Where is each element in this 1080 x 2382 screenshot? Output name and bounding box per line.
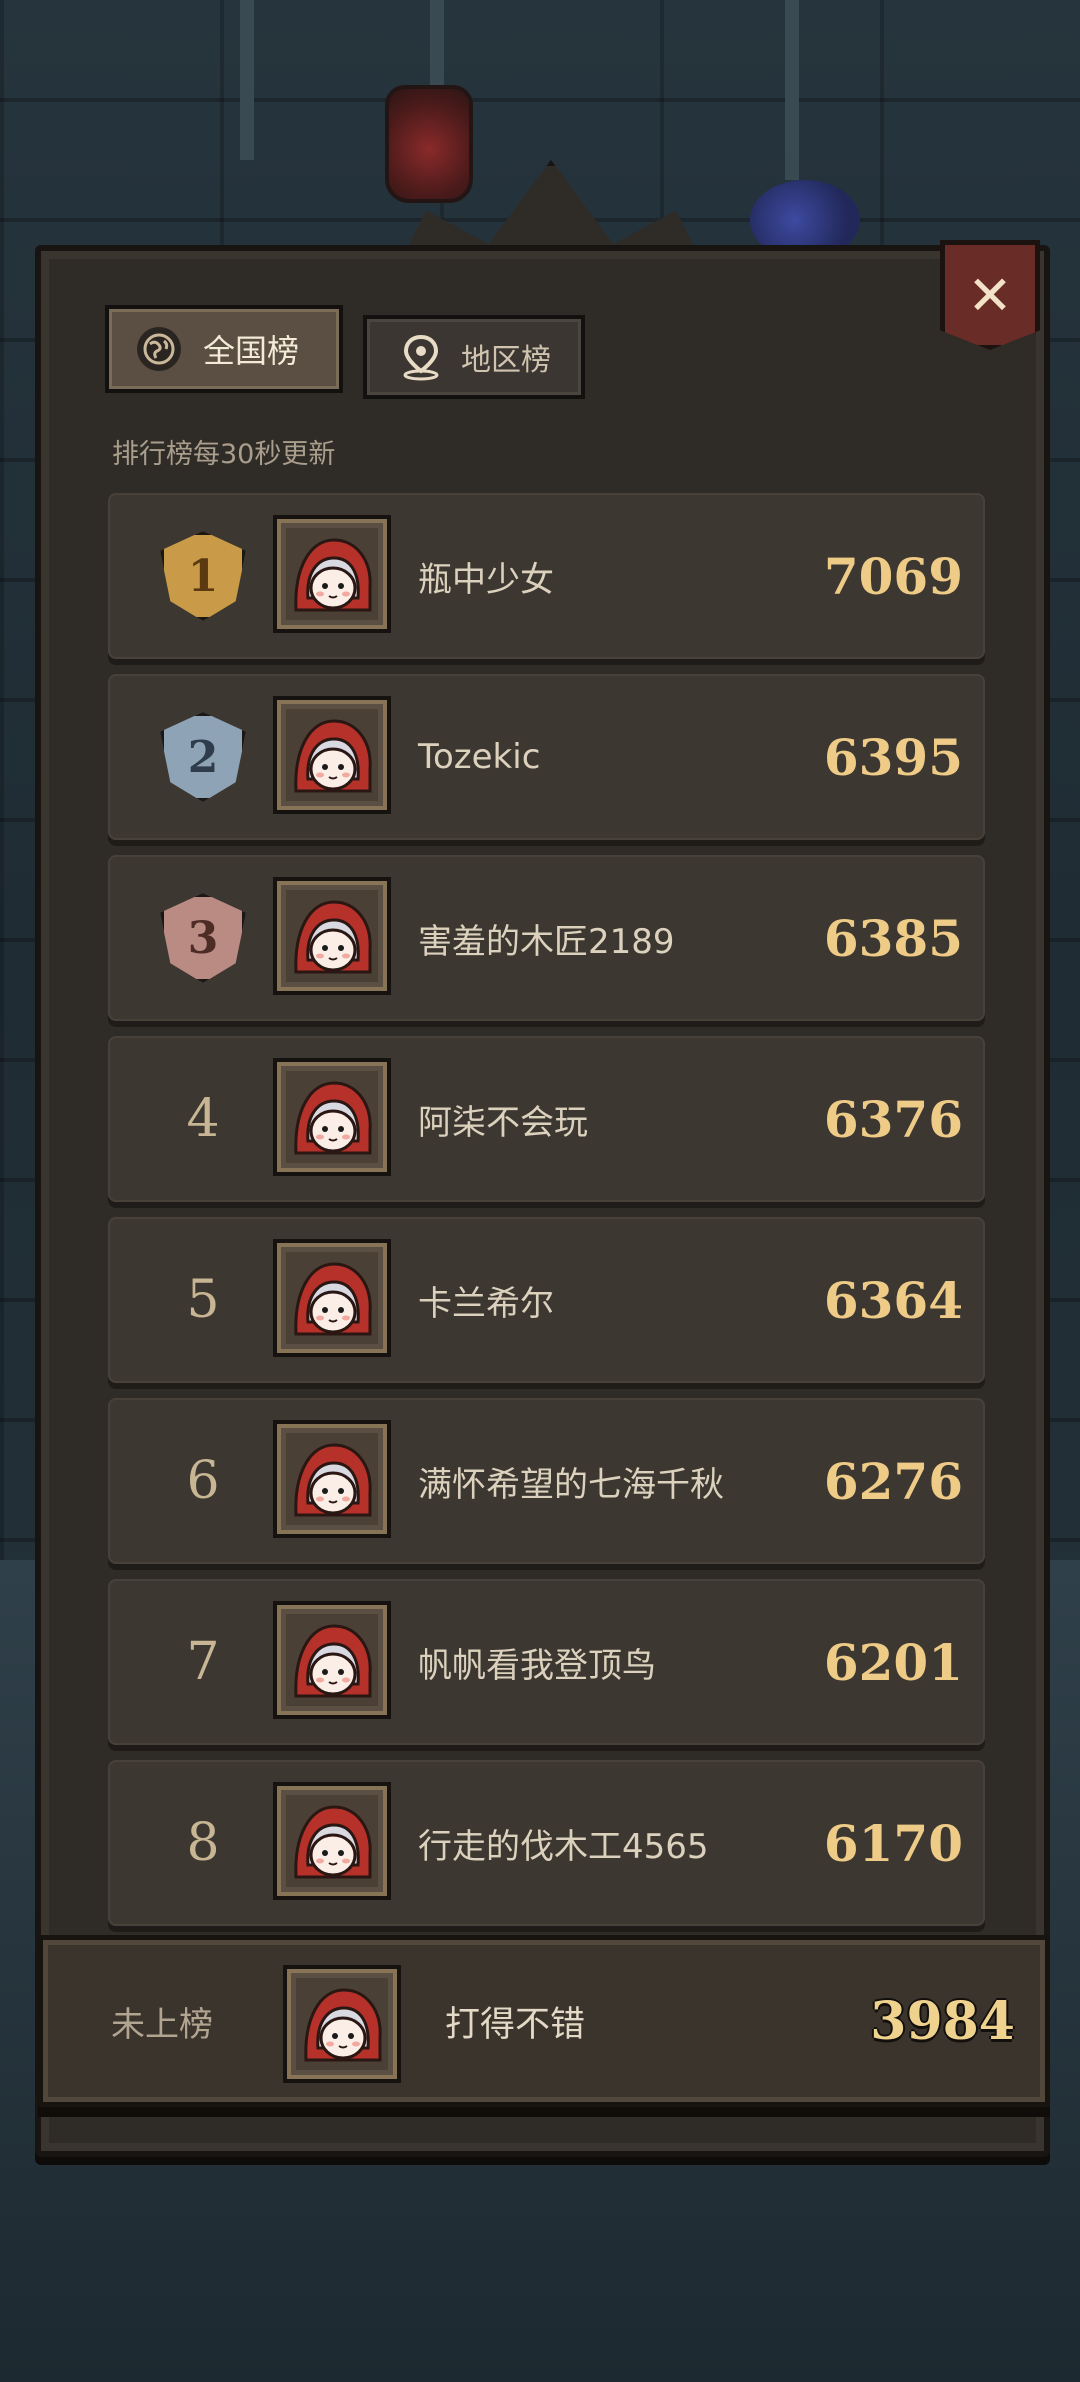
self-rank-status: 未上榜 [111, 2004, 213, 2045]
silver-medal-icon: 2 [160, 712, 246, 802]
player-score: 7069 [823, 546, 963, 606]
rope-right [785, 0, 799, 180]
player-avatar-icon [286, 890, 378, 982]
rank-cell: 3 [148, 855, 258, 1021]
gold-medal-icon: 1 [160, 531, 246, 621]
rank-cell: 5 [148, 1217, 258, 1383]
leaderboard-row[interactable]: 8 行走的伐木工4565 6170 [108, 1760, 985, 1926]
rank-number: 5 [186, 1270, 220, 1330]
player-score: 6364 [823, 1270, 963, 1330]
player-avatar-icon [286, 528, 378, 620]
tab-national[interactable]: 全国榜 [105, 305, 343, 393]
player-avatar[interactable] [273, 1420, 391, 1538]
player-name: 瓶中少女 [418, 559, 554, 600]
player-avatar[interactable] [273, 1058, 391, 1176]
player-avatar[interactable] [273, 515, 391, 633]
player-name: 阿柒不会玩 [418, 1102, 588, 1143]
leaderboard-row[interactable]: 5 卡兰希尔 6364 [108, 1217, 985, 1383]
rank-cell: 4 [148, 1036, 258, 1202]
leaderboard-row[interactable]: 4 阿柒不会玩 6376 [108, 1036, 985, 1202]
close-button[interactable]: ✕ [940, 240, 1040, 350]
update-note: 排行榜每30秒更新 [112, 439, 336, 470]
tab-national-label: 全国榜 [203, 332, 300, 370]
rank-cell: 7 [148, 1579, 258, 1745]
rope-center [430, 0, 444, 90]
rank-cell: 2 [148, 674, 258, 840]
rank-number: 1 [187, 550, 219, 602]
player-name: 卡兰希尔 [418, 1283, 554, 1324]
self-player-name: 打得不错 [445, 2004, 586, 2045]
player-avatar-icon [286, 1795, 378, 1887]
self-avatar[interactable] [283, 1965, 401, 2083]
rank-cell: 1 [148, 493, 258, 659]
player-score: 6170 [823, 1813, 963, 1873]
self-rank-bar: 未上榜 打得不错 3984 [38, 1935, 1050, 2107]
bronze-medal-icon: 3 [160, 893, 246, 983]
player-name: 害羞的木匠2189 [418, 921, 675, 962]
rank-number: 8 [186, 1813, 220, 1873]
player-name: 帆帆看我登顶鸟 [418, 1645, 656, 1686]
player-name: 满怀希望的七海千秋 [418, 1464, 724, 1505]
player-score: 6376 [823, 1089, 963, 1149]
player-avatar-icon [296, 1978, 388, 2070]
rank-number: 3 [187, 912, 219, 964]
player-avatar[interactable] [273, 1601, 391, 1719]
rank-number: 4 [186, 1089, 220, 1149]
player-avatar-icon [286, 1614, 378, 1706]
player-name: Tozekic [418, 737, 541, 777]
leaderboard-row[interactable]: 2 Tozekic 6395 [108, 674, 985, 840]
player-avatar-icon [286, 1252, 378, 1344]
player-avatar[interactable] [273, 1782, 391, 1900]
player-name: 行走的伐木工4565 [418, 1826, 709, 1867]
close-icon: ✕ [967, 263, 1013, 327]
tab-regional-label: 地区榜 [461, 343, 551, 378]
player-score: 6201 [823, 1632, 963, 1692]
player-avatar[interactable] [273, 696, 391, 814]
player-avatar[interactable] [273, 877, 391, 995]
player-avatar[interactable] [273, 1239, 391, 1357]
rank-number: 7 [186, 1632, 220, 1692]
player-avatar-icon [286, 1433, 378, 1525]
rank-cell: 6 [148, 1398, 258, 1564]
rank-cell: 8 [148, 1760, 258, 1926]
leaderboard-row[interactable]: 7 帆帆看我登顶鸟 6201 [108, 1579, 985, 1745]
leaderboard-row[interactable]: 6 满怀希望的七海千秋 6276 [108, 1398, 985, 1564]
leaderboard-row[interactable]: 3 害羞的木匠2189 6385 [108, 855, 985, 1021]
player-avatar-icon [286, 709, 378, 801]
self-player-score: 3984 [870, 1990, 1015, 2052]
rank-number: 2 [187, 731, 219, 783]
player-score: 6276 [823, 1451, 963, 1511]
player-score: 6395 [823, 727, 963, 787]
leaderboard-row[interactable]: 1 瓶中少女 7069 [108, 493, 985, 659]
rank-number: 6 [186, 1451, 220, 1511]
player-avatar-icon [286, 1071, 378, 1163]
red-lantern-decoration [385, 85, 473, 203]
globe-icon [137, 327, 181, 371]
tab-regional[interactable]: 地区榜 [363, 315, 585, 399]
player-score: 6385 [823, 908, 963, 968]
location-pin-icon [399, 334, 443, 381]
rope-left [240, 0, 254, 160]
